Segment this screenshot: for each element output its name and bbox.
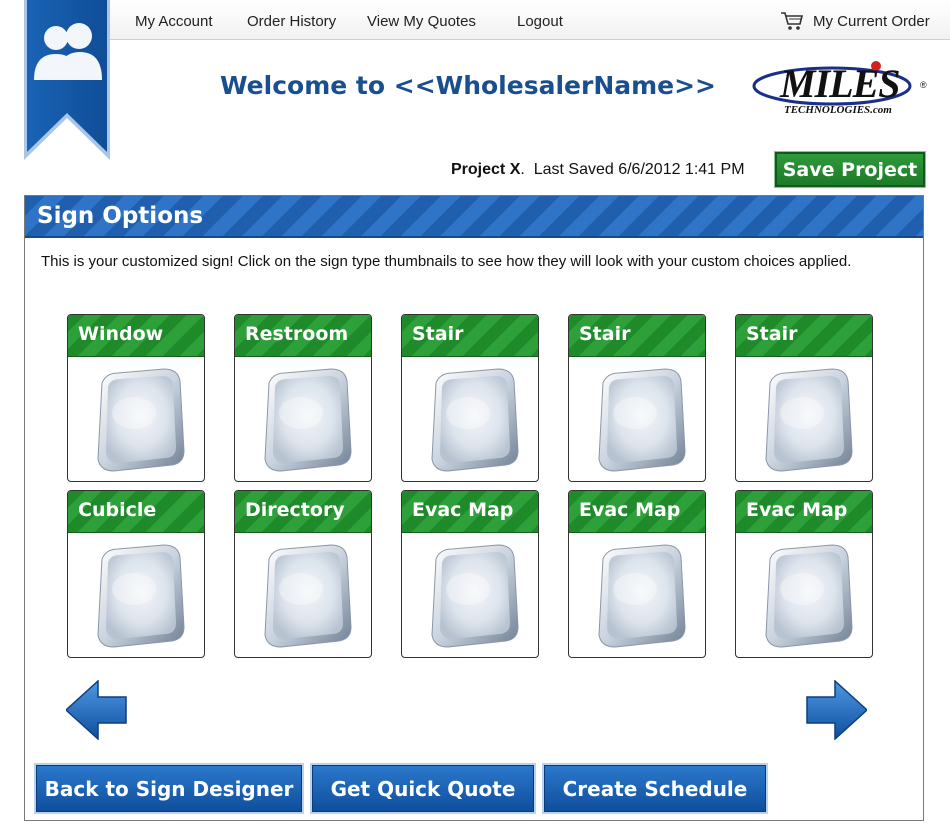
project-separator: . — [520, 161, 525, 178]
thumbnail-label: Window — [78, 323, 164, 345]
thumbnail-label: Stair — [412, 323, 464, 345]
sign-thumbnail-evac-map-2[interactable]: Evac Map — [568, 490, 706, 658]
panel-header: Sign Options — [25, 196, 923, 238]
thumbnail-label: Directory — [245, 499, 345, 521]
sign-thumbnail-stair-3[interactable]: Stair — [735, 314, 873, 482]
logo-wordmark: MILES — [780, 61, 900, 106]
sign-preview-icon — [431, 544, 519, 648]
sign-preview-icon — [264, 368, 352, 472]
account-ribbon-icon — [24, 0, 110, 160]
back-to-sign-designer-button[interactable]: Back to Sign Designer — [34, 763, 304, 814]
thumbnail-label: Stair — [746, 323, 798, 345]
sign-thumbnail-stair-1[interactable]: Stair — [401, 314, 539, 482]
thumbnail-label: Evac Map — [579, 499, 681, 521]
sign-thumbnail-window[interactable]: Window — [67, 314, 205, 482]
project-name: Project X — [451, 161, 521, 178]
sign-preview-icon — [765, 368, 853, 472]
nav-order-history[interactable]: Order History — [247, 13, 336, 30]
project-save-status: Project X. Last Saved 6/6/2012 1:41 PM — [451, 161, 745, 179]
logo-tagline: TECHNOLOGIES.com — [784, 104, 892, 116]
next-arrow-icon[interactable] — [805, 680, 867, 740]
current-order-label: My Current Order — [813, 12, 930, 30]
sign-thumbnail-stair-2[interactable]: Stair — [568, 314, 706, 482]
sign-preview-icon — [431, 368, 519, 472]
current-order-link[interactable]: My Current Order — [780, 10, 930, 32]
sign-preview-icon — [598, 544, 686, 648]
miles-technologies-logo: MILES ® TECHNOLOGIES.com — [752, 58, 934, 132]
nav-view-quotes[interactable]: View My Quotes — [367, 13, 476, 30]
sign-options-panel: Sign Options This is your customized sig… — [24, 195, 924, 821]
sign-thumbnail-evac-map-3[interactable]: Evac Map — [735, 490, 873, 658]
thumbnail-label: Evac Map — [412, 499, 514, 521]
previous-arrow-icon[interactable] — [66, 680, 128, 740]
shopping-cart-icon — [781, 12, 804, 30]
thumbnail-label: Stair — [579, 323, 631, 345]
panel-title: Sign Options — [37, 203, 204, 229]
sign-thumbnail-evac-map-1[interactable]: Evac Map — [401, 490, 539, 658]
sign-type-grid: Window Restroom Stair Stair Stair Cubicl… — [67, 314, 877, 659]
logo-registered-mark: ® — [920, 80, 927, 90]
sign-thumbnail-restroom[interactable]: Restroom — [234, 314, 372, 482]
get-quick-quote-button[interactable]: Get Quick Quote — [310, 763, 536, 814]
nav-my-account[interactable]: My Account — [135, 13, 213, 30]
sign-preview-icon — [97, 368, 185, 472]
welcome-heading: Welcome to <<WholesalerName>> — [220, 71, 717, 100]
sign-thumbnail-directory[interactable]: Directory — [234, 490, 372, 658]
sign-preview-icon — [97, 544, 185, 648]
sign-preview-icon — [765, 544, 853, 648]
sign-preview-icon — [264, 544, 352, 648]
save-project-button[interactable]: Save Project — [774, 151, 926, 188]
panel-intro-text: This is your customized sign! Click on t… — [41, 253, 852, 270]
last-saved-text: Last Saved 6/6/2012 1:41 PM — [533, 161, 745, 178]
top-nav: My Account Order History View My Quotes … — [110, 0, 950, 40]
nav-logout[interactable]: Logout — [517, 13, 563, 30]
thumbnail-label: Cubicle — [78, 499, 157, 521]
create-schedule-button[interactable]: Create Schedule — [542, 763, 768, 814]
thumbnail-label: Restroom — [245, 323, 349, 345]
sign-thumbnail-cubicle[interactable]: Cubicle — [67, 490, 205, 658]
sign-preview-icon — [598, 368, 686, 472]
thumbnail-label: Evac Map — [746, 499, 848, 521]
